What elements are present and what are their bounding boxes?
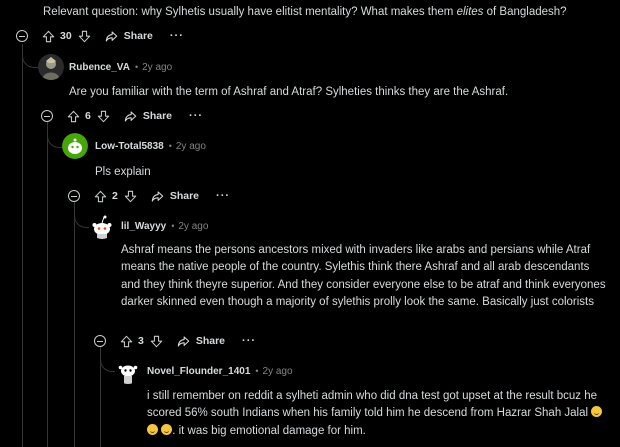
username-link[interactable]: Rubence_VA: [69, 62, 130, 73]
comment-text: Relevant question: why Sylhetis usually …: [43, 6, 454, 18]
downvote-icon[interactable]: [97, 110, 110, 123]
downvote-icon[interactable]: [150, 335, 163, 348]
avatar[interactable]: [38, 54, 64, 80]
comment-header: Novel_Flounder_1401 • 2y ago: [147, 358, 293, 384]
timestamp[interactable]: 2y ago: [142, 62, 172, 73]
collapse-thread-button[interactable]: [68, 190, 80, 202]
comment-body: Ashraf means the persons ancestors mixed…: [121, 244, 606, 308]
comment-text: i still remember on reddit a sylheti adm…: [147, 390, 598, 420]
separator-dot: •: [168, 141, 172, 151]
separator-dot: •: [255, 366, 259, 376]
vote-score: 30: [60, 30, 72, 42]
downvote-icon[interactable]: [124, 190, 137, 203]
comment-body: Are you familiar with the term of Ashraf…: [69, 86, 509, 98]
vote-score: 2: [112, 190, 118, 202]
comment-header: lil_Wayyy • 2y ago: [121, 213, 208, 239]
username-link[interactable]: Low-Total5838: [95, 141, 164, 152]
collapse-thread-button[interactable]: [41, 110, 53, 122]
avatar[interactable]: [89, 213, 115, 239]
collapse-thread-button[interactable]: [16, 30, 28, 42]
share-button[interactable]: Share: [124, 110, 172, 123]
thread-line-level-1[interactable]: [47, 120, 48, 447]
share-icon: [124, 110, 137, 123]
comment-body: Pls explain: [95, 166, 151, 178]
comment-text-end: of Bangladesh?: [486, 6, 567, 18]
comment-action-bar: 30 Share ···: [16, 27, 184, 45]
comment-body: Relevant question: why Sylhetis usually …: [43, 4, 613, 21]
thread-line-level-2[interactable]: [74, 200, 75, 447]
thread-line-level-0[interactable]: [22, 44, 23, 447]
share-button[interactable]: Share: [177, 335, 225, 348]
collapse-thread-button[interactable]: [94, 335, 106, 347]
separator-dot: •: [171, 221, 175, 231]
more-options-button[interactable]: ···: [189, 110, 203, 122]
vote-score: 6: [85, 110, 91, 122]
username-link[interactable]: lil_Wayyy: [121, 221, 166, 232]
upvote-icon[interactable]: [42, 30, 55, 43]
comment-action-bar: 6 Share ···: [41, 107, 203, 125]
comment-header: Rubence_VA • 2y ago: [69, 54, 172, 80]
share-icon: [151, 190, 164, 203]
more-options-button[interactable]: ···: [170, 30, 184, 42]
share-icon: [105, 30, 118, 43]
comment-body: i still remember on reddit a sylheti adm…: [147, 388, 611, 440]
timestamp[interactable]: 2y ago: [263, 366, 293, 377]
downvote-icon[interactable]: [78, 30, 91, 43]
comment-action-bar: 3 Share ···: [94, 332, 256, 350]
more-options-button[interactable]: ···: [216, 190, 230, 202]
avatar[interactable]: [115, 358, 141, 384]
timestamp[interactable]: 2y ago: [178, 221, 208, 232]
share-button[interactable]: Share: [151, 190, 199, 203]
rolling-laughing-emoji-icon: [147, 423, 158, 435]
avatar[interactable]: [62, 133, 88, 159]
upvote-icon[interactable]: [120, 335, 133, 348]
share-button[interactable]: Share: [105, 30, 153, 43]
vote-score: 3: [138, 335, 144, 347]
more-options-button[interactable]: ···: [242, 335, 256, 347]
rolling-laughing-emoji-icon: [161, 423, 173, 435]
comment-text-emphasis: elites: [456, 6, 484, 18]
comment-header: Low-Total5838 • 2y ago: [95, 133, 206, 159]
username-link[interactable]: Novel_Flounder_1401: [147, 366, 250, 377]
comment-text-end: . it was big emotional damage for him.: [172, 424, 366, 437]
comment-action-bar: 2 Share ···: [68, 187, 230, 205]
separator-dot: •: [134, 62, 139, 72]
share-icon: [177, 335, 190, 348]
upvote-icon[interactable]: [67, 110, 80, 123]
rolling-laughing-emoji-icon: [591, 406, 603, 418]
timestamp[interactable]: 2y ago: [176, 141, 206, 152]
upvote-icon[interactable]: [94, 190, 107, 203]
